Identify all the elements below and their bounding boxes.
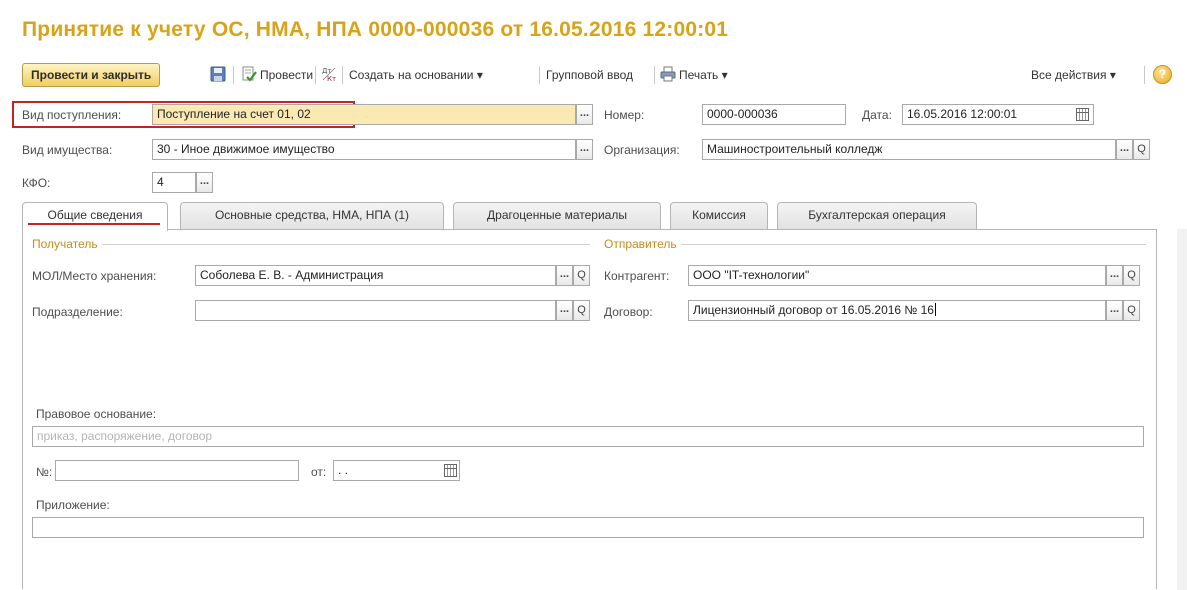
toolbar-separator (1144, 66, 1145, 84)
chevron-down-icon: ▾ (476, 68, 483, 82)
sender-group-title: Отправитель (604, 237, 681, 251)
calendar-icon[interactable] (1076, 108, 1089, 121)
recipient-group-title: Получатель (32, 237, 102, 251)
tab-fixed-assets[interactable]: Основные средства, НМА, НПА (1) (180, 202, 444, 229)
group-input-button[interactable]: Групповой ввод (546, 68, 633, 82)
post-and-close-button[interactable]: Провести и закрыть (22, 63, 161, 87)
receipt-type-choice-button[interactable]: ... (576, 104, 593, 125)
tab-precious-materials[interactable]: Драгоценные материалы (453, 202, 661, 229)
chevron-down-icon: ▾ (1109, 68, 1116, 82)
kfo-label: КФО: (22, 176, 51, 190)
printer-icon[interactable] (660, 66, 676, 82)
legal-basis-field[interactable]: приказ, распоряжение, договор (32, 426, 1144, 447)
svg-text:Дт: Дт (322, 67, 332, 75)
kfo-field[interactable]: 4 (152, 172, 196, 193)
text-cursor (934, 303, 936, 316)
tab-accounting-operation[interactable]: Бухгалтерская операция (777, 202, 977, 229)
doc-date-field[interactable]: . . (333, 460, 460, 481)
svg-text:Кт: Кт (327, 75, 336, 82)
organization-choice-button[interactable]: ... (1116, 139, 1133, 160)
tab-commission[interactable]: Комиссия (670, 202, 768, 229)
toolbar-separator (654, 66, 655, 84)
receipt-type-label: Вид поступления: (22, 108, 122, 122)
calendar-icon[interactable] (444, 464, 457, 477)
debit-credit-icon[interactable]: Дт Кт (321, 66, 337, 82)
create-based-on-button[interactable]: Создать на основании ▾ (349, 68, 483, 82)
post-icon[interactable] (241, 66, 257, 82)
contract-field[interactable]: Лицензионный договор от 16.05.2016 № 16 (688, 300, 1106, 321)
group-divider (32, 244, 590, 245)
group-divider (604, 244, 1146, 245)
toolbar: Провести и закрыть Провести Дт Кт Создат… (22, 62, 1177, 88)
department-label: Подразделение: (32, 305, 123, 319)
counterparty-label: Контрагент: (604, 269, 670, 283)
receipt-type-field[interactable]: Поступление на счет 01, 02 (152, 104, 576, 125)
property-type-label: Вид имущества: (22, 143, 113, 157)
toolbar-separator (342, 66, 343, 84)
search-icon[interactable]: Q (573, 265, 590, 286)
scrollbar[interactable] (1177, 229, 1187, 590)
organization-field[interactable]: Машиностроительный колледж (702, 139, 1116, 160)
contract-value: Лицензионный договор от 16.05.2016 № 16 (693, 303, 934, 317)
organization-label: Организация: (604, 143, 680, 157)
number-label: Номер: (604, 108, 645, 122)
number-field[interactable]: 0000-000036 (702, 104, 846, 125)
search-icon[interactable]: Q (573, 300, 590, 321)
active-tab-indicator (28, 223, 160, 225)
doc-number-field[interactable] (55, 460, 299, 481)
mol-field[interactable]: Соболева Е. В. - Администрация (195, 265, 556, 286)
contract-label: Договор: (604, 305, 653, 319)
help-icon[interactable]: ? (1153, 65, 1172, 84)
toolbar-separator (315, 66, 316, 84)
property-type-choice-button[interactable]: ... (576, 139, 593, 160)
post-button[interactable]: Провести (260, 68, 313, 82)
doc-date-label: от: (311, 465, 327, 479)
legal-basis-label: Правовое основание: (36, 407, 157, 421)
toolbar-separator (233, 66, 234, 84)
tab-general[interactable]: Общие сведения (22, 202, 168, 231)
kfo-choice-button[interactable]: ... (196, 172, 213, 193)
date-field[interactable]: 16.05.2016 12:00:01 (902, 104, 1094, 125)
toolbar-separator (539, 66, 540, 84)
attachment-field[interactable] (32, 517, 1144, 538)
mol-label: МОЛ/Место хранения: (32, 269, 157, 283)
property-type-field[interactable]: 30 - Иное движимое имущество (152, 139, 576, 160)
search-icon[interactable]: Q (1123, 265, 1140, 286)
department-choice-button[interactable]: ... (556, 300, 573, 321)
search-icon[interactable]: Q (1133, 139, 1150, 160)
search-icon[interactable]: Q (1123, 300, 1140, 321)
attachment-label: Приложение: (36, 498, 110, 512)
chevron-down-icon: ▾ (721, 68, 728, 82)
date-label: Дата: (862, 108, 892, 122)
counterparty-choice-button[interactable]: ... (1106, 265, 1123, 286)
doc-number-label: №: (36, 465, 53, 479)
mol-choice-button[interactable]: ... (556, 265, 573, 286)
department-field[interactable] (195, 300, 556, 321)
save-icon[interactable] (210, 66, 226, 82)
print-button[interactable]: Печать ▾ (679, 68, 728, 82)
contract-choice-button[interactable]: ... (1106, 300, 1123, 321)
document-title: Принятие к учету ОС, НМА, НПА 0000-00003… (22, 18, 729, 41)
all-actions-button[interactable]: Все действия ▾ (1031, 68, 1116, 82)
counterparty-field[interactable]: ООО "IT-технологии" (688, 265, 1106, 286)
